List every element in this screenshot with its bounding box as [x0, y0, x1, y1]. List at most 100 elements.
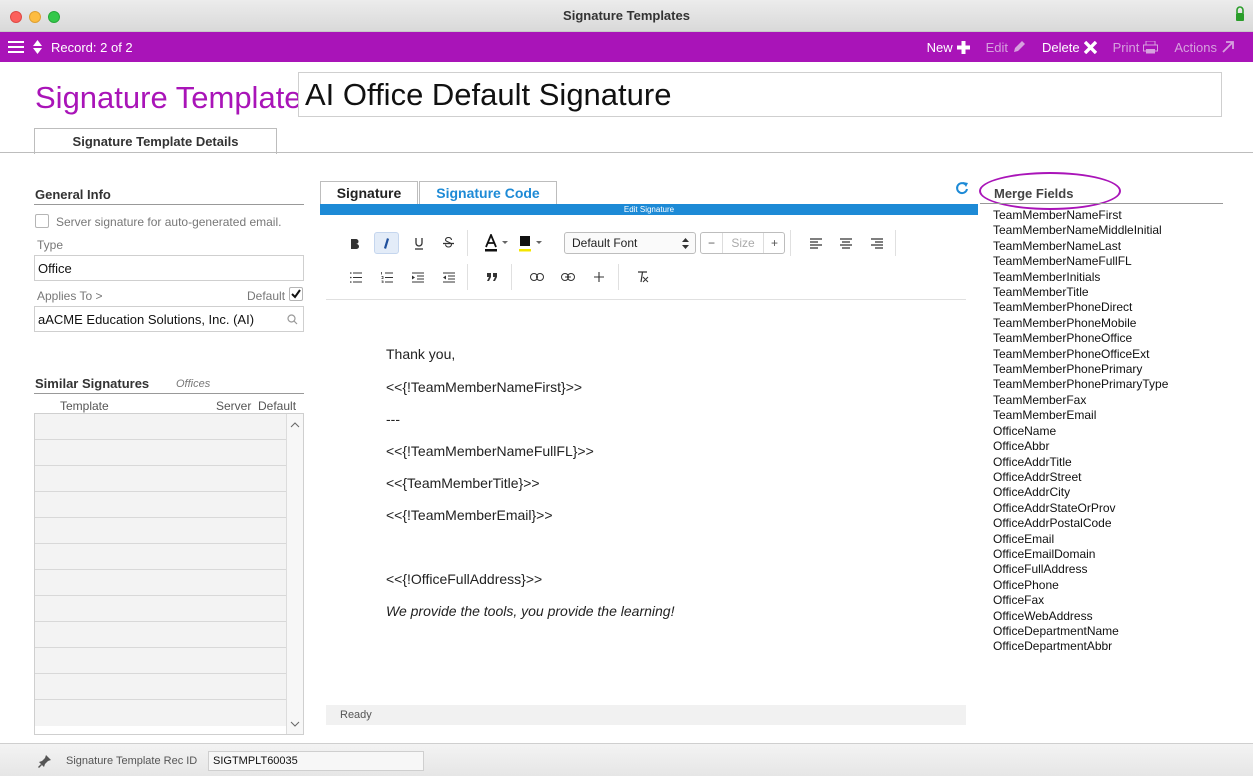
- print-button[interactable]: Print: [1113, 40, 1159, 55]
- merge-field-item[interactable]: OfficeAddrCity: [993, 485, 1168, 500]
- merge-field-item[interactable]: TeamMemberPhonePrimaryType: [993, 377, 1168, 392]
- merge-field-item[interactable]: TeamMemberNameMiddleInitial: [993, 223, 1168, 238]
- menu-icon[interactable]: [8, 40, 24, 54]
- new-button[interactable]: New: [927, 40, 970, 55]
- merge-field-item[interactable]: TeamMemberPhoneDirect: [993, 300, 1168, 315]
- format-toolbar: [326, 215, 966, 300]
- record-stepper-icon[interactable]: [32, 39, 43, 55]
- align-center-icon[interactable]: [840, 238, 852, 249]
- signature-line: <<{!TeamMemberNameFullFL}>>: [386, 443, 594, 459]
- merge-field-item[interactable]: OfficeFullAddress: [993, 562, 1168, 577]
- merge-field-item[interactable]: OfficeDepartmentAbbr: [993, 639, 1168, 654]
- merge-field-item[interactable]: TeamMemberInitials: [993, 270, 1168, 285]
- x-icon: [1083, 40, 1097, 54]
- align-left-icon[interactable]: [810, 238, 822, 249]
- merge-field-item[interactable]: TeamMemberPhoneOffice: [993, 331, 1168, 346]
- tab-signature-code[interactable]: Signature Code: [419, 181, 557, 205]
- table-scrollbar[interactable]: [286, 414, 303, 734]
- table-row[interactable]: [35, 440, 287, 466]
- unlink-icon[interactable]: [561, 273, 575, 281]
- highlight-color-icon[interactable]: [518, 234, 544, 252]
- merge-field-item[interactable]: OfficeEmail: [993, 532, 1168, 547]
- scroll-down-icon[interactable]: [290, 720, 300, 728]
- insert-plus-icon[interactable]: [594, 272, 604, 282]
- underline-icon[interactable]: [414, 237, 424, 250]
- merge-field-item[interactable]: OfficeEmailDomain: [993, 547, 1168, 562]
- similar-signatures-rule: [34, 393, 304, 394]
- type-field[interactable]: Office: [34, 255, 304, 281]
- bold-icon[interactable]: [350, 238, 360, 250]
- table-row[interactable]: [35, 466, 287, 492]
- indent-icon[interactable]: [412, 272, 424, 283]
- table-row[interactable]: [35, 570, 287, 596]
- server-signature-label: Server signature for auto-generated emai…: [56, 215, 282, 229]
- merge-field-item[interactable]: OfficeAddrStreet: [993, 470, 1168, 485]
- italic-button[interactable]: [374, 232, 399, 254]
- numbered-list-icon[interactable]: [381, 272, 393, 283]
- merge-field-item[interactable]: OfficeAbbr: [993, 439, 1168, 454]
- toolbar-separator: [618, 264, 619, 290]
- merge-field-item[interactable]: OfficeFax: [993, 593, 1168, 608]
- decrease-size-button[interactable]: −: [701, 233, 723, 253]
- align-right-icon[interactable]: [871, 238, 883, 249]
- merge-field-item[interactable]: TeamMemberNameFullFL: [993, 254, 1168, 269]
- strikethrough-icon[interactable]: [443, 237, 454, 250]
- merge-field-item[interactable]: TeamMemberPhonePrimary: [993, 362, 1168, 377]
- tab-signature[interactable]: Signature: [320, 181, 418, 205]
- bullet-list-icon[interactable]: [350, 272, 362, 283]
- merge-field-item[interactable]: TeamMemberFax: [993, 393, 1168, 408]
- table-row[interactable]: [35, 544, 287, 570]
- increase-size-button[interactable]: +: [763, 233, 785, 253]
- applies-to-label[interactable]: Applies To >: [37, 289, 103, 303]
- edit-button[interactable]: Edit: [986, 40, 1026, 55]
- delete-button[interactable]: Delete: [1042, 40, 1097, 55]
- outdent-icon[interactable]: [443, 272, 455, 283]
- merge-field-item[interactable]: TeamMemberTitle: [993, 285, 1168, 300]
- tab-signature-template-details[interactable]: Signature Template Details: [34, 128, 277, 154]
- link-icon[interactable]: [530, 273, 544, 281]
- table-row[interactable]: [35, 596, 287, 622]
- table-row[interactable]: [35, 700, 287, 726]
- merge-field-item[interactable]: OfficeAddrPostalCode: [993, 516, 1168, 531]
- table-row[interactable]: [35, 414, 287, 440]
- table-row[interactable]: [35, 492, 287, 518]
- refresh-icon[interactable]: [955, 181, 969, 195]
- actions-label: Actions: [1174, 39, 1217, 55]
- similar-signatures-heading: Similar Signatures: [35, 376, 150, 391]
- merge-field-item[interactable]: OfficeAddrTitle: [993, 455, 1168, 470]
- text-color-icon[interactable]: [484, 234, 510, 252]
- rec-id-label: Signature Template Rec ID: [66, 755, 198, 767]
- merge-field-item[interactable]: TeamMemberPhoneMobile: [993, 316, 1168, 331]
- server-signature-checkbox[interactable]: [35, 214, 49, 228]
- font-size-input[interactable]: Size: [723, 233, 763, 253]
- similar-signatures-table[interactable]: [34, 413, 304, 735]
- merge-field-item[interactable]: OfficeWebAddress: [993, 609, 1168, 624]
- applies-to-value: aACME Education Solutions, Inc. (AI): [38, 312, 255, 327]
- merge-field-item[interactable]: OfficeAddrStateOrProv: [993, 501, 1168, 516]
- merge-field-item[interactable]: TeamMemberNameLast: [993, 239, 1168, 254]
- rec-id-field[interactable]: SIGTMPLT60035: [208, 751, 424, 771]
- merge-field-item[interactable]: TeamMemberPhoneOfficeExt: [993, 347, 1168, 362]
- quote-icon[interactable]: [487, 273, 497, 281]
- app-window: Signature Templates Record: 2 of 2 New E…: [0, 0, 1253, 776]
- toolbar-separator: [790, 230, 791, 256]
- table-row[interactable]: [35, 674, 287, 700]
- template-name-field[interactable]: AI Office Default Signature: [298, 72, 1222, 117]
- applies-to-field[interactable]: aACME Education Solutions, Inc. (AI): [34, 306, 304, 332]
- merge-field-item[interactable]: OfficeDepartmentName: [993, 624, 1168, 639]
- pin-icon[interactable]: [38, 754, 52, 768]
- scroll-up-icon[interactable]: [290, 421, 300, 429]
- default-checkbox[interactable]: [289, 287, 303, 301]
- font-family-select[interactable]: Default Font: [564, 232, 696, 254]
- merge-field-item[interactable]: TeamMemberEmail: [993, 408, 1168, 423]
- table-row[interactable]: [35, 518, 287, 544]
- merge-field-item[interactable]: OfficeName: [993, 424, 1168, 439]
- search-icon[interactable]: [287, 314, 298, 325]
- merge-field-item[interactable]: OfficePhone: [993, 578, 1168, 593]
- merge-field-item[interactable]: TeamMemberNameFirst: [993, 208, 1168, 223]
- col-server: Server: [216, 399, 252, 413]
- clear-format-icon[interactable]: [637, 271, 649, 283]
- table-row[interactable]: [35, 622, 287, 648]
- actions-button[interactable]: Actions: [1174, 40, 1235, 55]
- table-row[interactable]: [35, 648, 287, 674]
